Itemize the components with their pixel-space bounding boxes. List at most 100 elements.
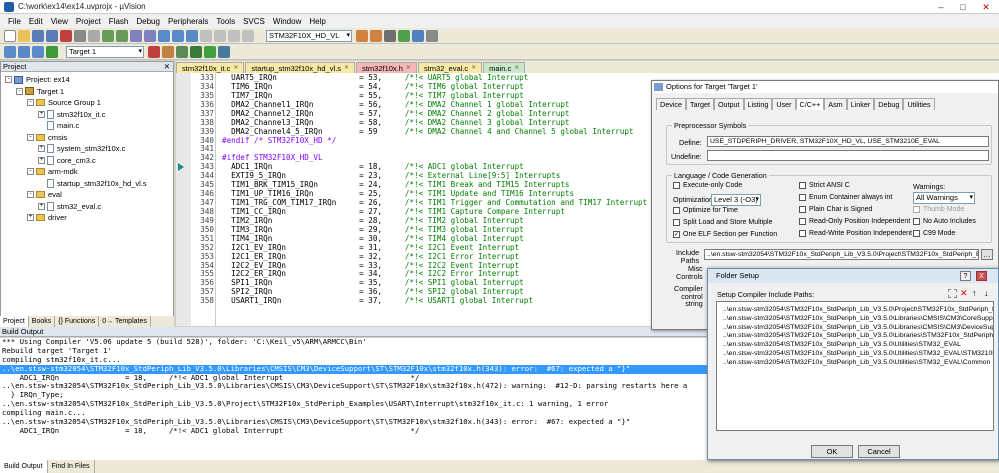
checkbox[interactable]: Optimize for Time	[673, 207, 738, 214]
config-icon[interactable]	[426, 29, 438, 42]
tree-node[interactable]: - Source Group 1	[1, 97, 173, 109]
options-tab[interactable]: Target	[685, 98, 714, 110]
menu-item-flash[interactable]: Flash	[105, 17, 133, 26]
tree-node[interactable]: main.c	[1, 120, 173, 132]
build-icon[interactable]	[18, 45, 30, 58]
checkbox[interactable]: Read-Write Position Independent	[799, 230, 912, 237]
project-tab[interactable]: Project	[0, 316, 29, 327]
project-tab[interactable]: {} Functions	[55, 316, 100, 327]
checkbox[interactable]: Plain Char is Signed	[799, 206, 872, 213]
collapse-icon[interactable]: -	[5, 76, 12, 84]
rebuild-icon[interactable]	[32, 45, 44, 58]
indent-icon[interactable]	[200, 29, 212, 42]
editor-tab[interactable]: main.c ✕	[483, 62, 526, 73]
nav-forward-icon[interactable]	[144, 29, 156, 42]
move-up-icon[interactable]: ↑	[972, 288, 977, 298]
checkbox-box[interactable]	[913, 206, 920, 213]
cancel-button[interactable]: Cancel	[858, 445, 900, 458]
menu-item-tools[interactable]: Tools	[212, 17, 239, 26]
redo-icon[interactable]	[116, 29, 128, 42]
tree-node[interactable]: + system_stm32f10x.c	[1, 143, 173, 155]
tree-node[interactable]: + stm32f10x_it.c	[1, 109, 173, 121]
close-button[interactable]: ✕	[975, 0, 997, 14]
menu-item-window[interactable]: Window	[269, 17, 305, 26]
define-field[interactable]: USE_STDPERIPH_DRIVER, STM32F10X_HD_VL, U…	[707, 136, 989, 147]
bookmark-prev-icon[interactable]	[172, 29, 184, 42]
tree-node[interactable]: - cmsis	[1, 132, 173, 144]
checkbox[interactable]: Enum Container always int	[799, 194, 892, 201]
green-diamond-icon[interactable]	[204, 45, 216, 58]
bookmark-next-icon[interactable]	[186, 29, 198, 42]
translate-icon[interactable]	[4, 45, 16, 58]
checkbox-box[interactable]	[799, 218, 806, 225]
options-tab[interactable]: Listing	[743, 98, 773, 110]
expand-icon[interactable]: +	[27, 214, 34, 222]
menu-item-project[interactable]: Project	[72, 17, 105, 26]
uncomment-icon[interactable]	[242, 29, 254, 42]
menu-item-debug[interactable]: Debug	[132, 17, 164, 26]
collapse-icon[interactable]: -	[27, 133, 34, 141]
tree-node[interactable]: startup_stm32f10x_hd_vl.s	[1, 178, 173, 190]
file-extensions-icon[interactable]	[162, 45, 174, 58]
build-tab[interactable]: Build Output	[0, 460, 48, 473]
checkbox-box[interactable]	[673, 182, 680, 189]
project-tab[interactable]: 0→ Templates	[99, 316, 151, 327]
checkbox-box[interactable]	[799, 230, 806, 237]
tab-close-icon[interactable]: ✕	[233, 63, 238, 74]
checkbox[interactable]: Strict ANSI C	[799, 182, 850, 189]
move-down-icon[interactable]: ↓	[984, 288, 989, 298]
panel-close-icon[interactable]: ✕	[164, 62, 170, 72]
editor-tab[interactable]: stm32_eval.c ✕	[417, 62, 483, 73]
checkbox[interactable]: Execute-only Code	[673, 182, 742, 189]
tree-node[interactable]: - Target 1	[1, 86, 173, 98]
open-file-icon[interactable]	[18, 29, 30, 42]
unindent-icon[interactable]	[214, 29, 226, 42]
cut-icon[interactable]	[60, 29, 72, 42]
help-button[interactable]: ?	[960, 271, 971, 281]
new-folder-icon[interactable]	[948, 289, 957, 298]
options-tab[interactable]: C/C++	[795, 98, 825, 110]
checkbox-box[interactable]	[673, 219, 680, 226]
tree-node[interactable]: - arm-mdk	[1, 166, 173, 178]
options-tab[interactable]: Asm	[824, 98, 847, 110]
checkbox[interactable]: Thumb Mode	[913, 206, 964, 213]
include-paths-list[interactable]: ..\en.stsw-stm32054\STM32F10x_StdPeriph_…	[716, 301, 994, 431]
menu-item-help[interactable]: Help	[305, 17, 329, 26]
checkbox-box[interactable]	[799, 194, 806, 201]
select-packs-icon[interactable]	[218, 45, 230, 58]
editor-tab[interactable]: startup_stm32f10x_hd_vl.s ✕	[245, 62, 356, 73]
checkbox[interactable]: ✓ One ELF Section per Function	[673, 231, 777, 238]
checkbox-box[interactable]	[913, 218, 920, 225]
folder-close-button[interactable]: X	[976, 271, 987, 281]
menu-item-peripherals[interactable]: Peripherals	[164, 17, 212, 26]
collapse-icon[interactable]: -	[16, 87, 23, 95]
menu-item-view[interactable]: View	[47, 17, 72, 26]
include-paths-browse-button[interactable]: …	[981, 249, 993, 260]
options-tab[interactable]: Output	[713, 98, 744, 110]
checkbox-box[interactable]	[799, 182, 806, 189]
options-tab[interactable]: User	[772, 98, 796, 110]
tab-close-icon[interactable]: ✕	[406, 63, 411, 74]
options-tab[interactable]: Linker	[846, 98, 875, 110]
include-path-item[interactable]: ..\en.stsw-stm32054\STM32F10x_StdPeriph_…	[723, 324, 993, 333]
debug-settings-icon[interactable]	[384, 29, 396, 42]
nav-back-icon[interactable]	[130, 29, 142, 42]
checkbox-box[interactable]	[673, 207, 680, 214]
expand-icon[interactable]: +	[38, 202, 45, 210]
editor-tab[interactable]: stm32f10x.h ✕	[356, 62, 417, 73]
include-path-item[interactable]: ..\en.stsw-stm32054\STM32F10x_StdPeriph_…	[723, 315, 993, 324]
checkbox-box[interactable]	[913, 230, 920, 237]
find-in-files-icon[interactable]	[370, 29, 382, 42]
tree-node[interactable]: + core_cm3.c	[1, 155, 173, 167]
collapse-icon[interactable]: -	[27, 191, 34, 199]
menu-item-svcs[interactable]: SVCS	[239, 17, 269, 26]
find-icon[interactable]	[356, 29, 368, 42]
include-path-item[interactable]: ..\en.stsw-stm32054\STM32F10x_StdPeriph_…	[723, 350, 993, 359]
tree-node[interactable]: + stm32_eval.c	[1, 201, 173, 213]
collapse-icon[interactable]: -	[27, 99, 34, 107]
maximize-button[interactable]: □	[952, 0, 974, 14]
target-options-icon[interactable]	[148, 45, 160, 58]
menu-item-file[interactable]: File	[4, 17, 25, 26]
copy-icon[interactable]	[74, 29, 86, 42]
expand-icon[interactable]: +	[38, 110, 45, 118]
